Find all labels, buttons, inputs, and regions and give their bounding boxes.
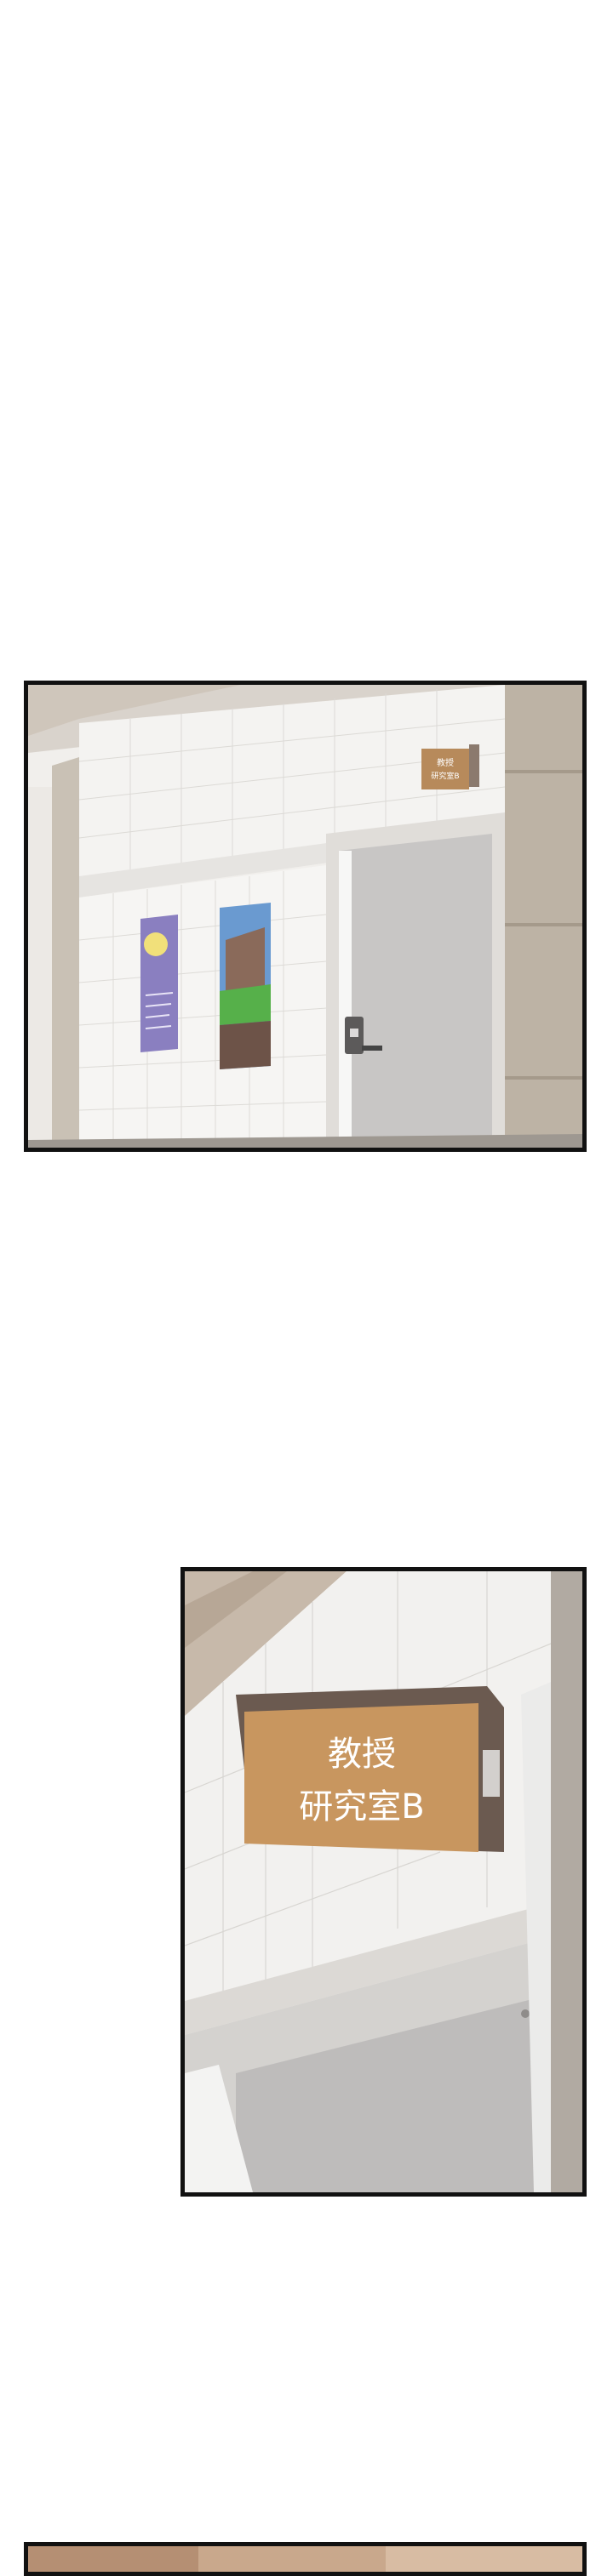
- comic-panel-sign-closeup: 教授 研究室B: [180, 1567, 587, 2197]
- comic-panel-hallway: 教授 研究室B: [24, 681, 587, 1152]
- hallway-illustration: 教授 研究室B: [28, 685, 582, 1148]
- sign-bracket: [483, 1750, 500, 1797]
- small-office-sign: [421, 749, 469, 789]
- sign-line-2: 研究室B: [299, 1787, 424, 1827]
- small-sign-line1: 教授: [437, 757, 454, 768]
- left-pillar: [52, 757, 79, 1148]
- small-sign-line2: 研究室B: [431, 771, 459, 781]
- comic-panel-next: [24, 2542, 587, 2576]
- right-pillar: [551, 1571, 582, 2192]
- office-door: [339, 834, 492, 1148]
- door-handle: [362, 1046, 382, 1051]
- poster-lightbulb: [144, 932, 168, 956]
- sign-closeup-illustration: 教授 研究室B: [185, 1571, 582, 2192]
- lower-tile-wall: [79, 865, 326, 1148]
- office-sign-face: [244, 1703, 478, 1852]
- far-wall: [28, 787, 52, 1148]
- sign-line-1: 教授: [328, 1735, 396, 1774]
- next-panel-illustration: [28, 2546, 582, 2572]
